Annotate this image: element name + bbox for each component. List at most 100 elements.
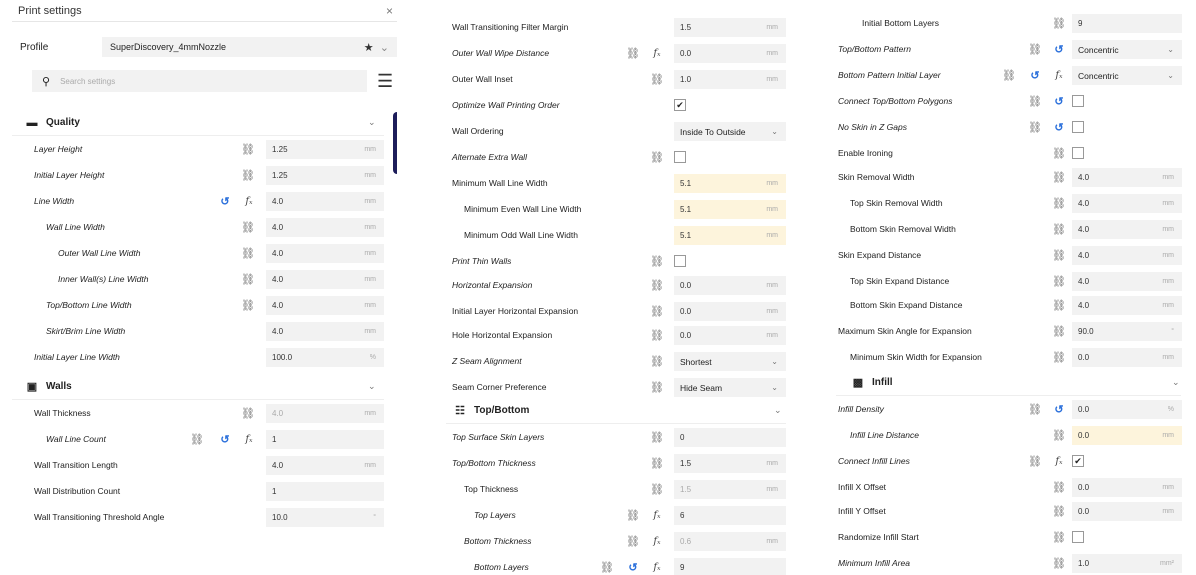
- setting-value-field[interactable]: 1.0 mm: [674, 70, 786, 89]
- function-icon[interactable]: fₓ: [650, 560, 664, 574]
- menu-icon[interactable]: ☰: [377, 72, 393, 90]
- setting-label: Top/Bottom Thickness: [452, 458, 536, 468]
- setting-checkbox[interactable]: [674, 151, 686, 163]
- setting-dropdown[interactable]: Concentric ⌄: [1072, 40, 1182, 59]
- setting-value-field[interactable]: 0.0 mm: [1072, 426, 1182, 445]
- setting-value-field[interactable]: 4.0 mm: [1072, 194, 1182, 213]
- field-value: 6: [680, 511, 685, 520]
- field-value: 0.0: [680, 331, 692, 340]
- setting-value-field[interactable]: 4.0 mm: [266, 404, 384, 423]
- setting-value-field[interactable]: 0.0 mm: [1072, 348, 1182, 367]
- function-icon[interactable]: fₓ: [650, 46, 664, 60]
- function-icon[interactable]: fₓ: [242, 194, 256, 208]
- reset-icon[interactable]: ↺: [218, 194, 232, 208]
- function-icon[interactable]: fₓ: [650, 508, 664, 522]
- setting-value-field[interactable]: 4.0 mm: [266, 244, 384, 263]
- setting-value-field[interactable]: 4.0 mm: [1072, 272, 1182, 291]
- setting-value-field[interactable]: 4.0 mm: [266, 456, 384, 475]
- reset-icon[interactable]: ↺: [1052, 402, 1066, 416]
- setting-value-field[interactable]: 1.5 mm: [674, 18, 786, 37]
- reset-icon[interactable]: ↺: [1052, 120, 1066, 134]
- setting-value-field[interactable]: 1.0 mm²: [1072, 554, 1182, 573]
- star-icon[interactable]: ★: [364, 42, 374, 54]
- category-top-bottom[interactable]: ☷ Top/Bottom ⌄: [446, 398, 786, 424]
- walls-icon: ▣: [26, 381, 38, 393]
- setting-value-field[interactable]: 4.0 mm: [266, 218, 384, 237]
- setting-value-field[interactable]: 0.0 mm: [1072, 502, 1182, 521]
- field-value: 1.0: [680, 75, 692, 84]
- setting-value-field[interactable]: 4.0 mm: [266, 296, 384, 315]
- setting-value-field[interactable]: 4.0 mm: [266, 192, 384, 211]
- reset-icon[interactable]: ↺: [1052, 42, 1066, 56]
- setting-row-connect-infill-lines: Connect Infill Lines ⛓ fₓ ✔: [836, 448, 1182, 474]
- field-unit: mm: [364, 302, 376, 309]
- category-walls[interactable]: ▣ Walls ⌄: [12, 374, 384, 400]
- setting-label: Infill X Offset: [838, 482, 887, 492]
- setting-checkbox[interactable]: ✔: [1072, 455, 1084, 467]
- setting-row-infill-line-distance: Infill Line Distance ⛓ 0.0 mm: [836, 422, 1182, 448]
- setting-value-field[interactable]: 1.5 mm: [674, 480, 786, 499]
- setting-value-field[interactable]: 1.25 mm: [266, 140, 384, 159]
- setting-value-field[interactable]: 4.0 mm: [266, 322, 384, 341]
- function-icon[interactable]: fₓ: [650, 534, 664, 548]
- category-quality[interactable]: ▬ Quality ⌄: [12, 110, 384, 136]
- setting-value-field[interactable]: 4.0 mm: [266, 270, 384, 289]
- setting-row-minimum-skin-width-for-expansion: Minimum Skin Width for Expansion ⛓ 0.0 mm: [836, 344, 1182, 370]
- setting-value-field[interactable]: 0.0 mm: [674, 326, 786, 345]
- setting-label: Horizontal Expansion: [452, 280, 533, 290]
- setting-value-field[interactable]: 1.5 mm: [674, 454, 786, 473]
- setting-value-field[interactable]: 0.0 mm: [1072, 478, 1182, 497]
- setting-row-wall-distribution-count: Wall Distribution Count 1: [12, 478, 384, 504]
- setting-value-field[interactable]: 4.0 mm: [1072, 296, 1182, 315]
- setting-row-outer-wall-wipe-distance: Outer Wall Wipe Distance ⛓ fₓ 0.0 mm: [446, 40, 786, 66]
- profile-select[interactable]: SuperDiscovery_4mmNozzle ★ ⌄: [102, 37, 397, 57]
- dropdown-value: Inside To Outside: [680, 126, 746, 137]
- setting-value-field[interactable]: 0.0 mm: [674, 302, 786, 321]
- setting-checkbox[interactable]: [1072, 121, 1084, 133]
- setting-value-field[interactable]: 100.0%: [266, 348, 384, 367]
- reset-icon[interactable]: ↺: [1028, 68, 1042, 82]
- category-infill[interactable]: ▩ Infill ⌄: [836, 370, 1181, 396]
- reset-icon[interactable]: ↺: [218, 432, 232, 446]
- setting-checkbox[interactable]: [674, 255, 686, 267]
- setting-value-field[interactable]: 9: [674, 558, 786, 575]
- setting-value-field[interactable]: 1: [266, 430, 384, 449]
- scrollbar[interactable]: [393, 112, 397, 174]
- close-icon[interactable]: ×: [386, 4, 393, 18]
- setting-dropdown[interactable]: Hide Seam ⌄: [674, 378, 786, 397]
- setting-value-field[interactable]: 0.6 mm: [674, 532, 786, 551]
- setting-value-field[interactable]: 4.0 mm: [1072, 220, 1182, 239]
- setting-value-field[interactable]: 1: [266, 482, 384, 501]
- setting-dropdown[interactable]: Inside To Outside ⌄: [674, 122, 786, 141]
- setting-checkbox[interactable]: ✔: [674, 99, 686, 111]
- search-input[interactable]: ⚲ Search settings: [32, 70, 367, 92]
- setting-value-field[interactable]: 5.1 mm: [674, 174, 786, 193]
- setting-label: Hole Horizontal Expansion: [452, 330, 553, 340]
- setting-value-field[interactable]: 4.0 mm: [1072, 168, 1182, 187]
- setting-value-field[interactable]: 0.0 mm: [674, 44, 786, 63]
- setting-value-field[interactable]: 10.0 °: [266, 508, 384, 527]
- setting-dropdown[interactable]: Shortest ⌄: [674, 352, 786, 371]
- setting-value-field[interactable]: 9: [1072, 14, 1182, 33]
- reset-icon[interactable]: ↺: [626, 560, 640, 574]
- setting-value-field[interactable]: 5.1 mm: [674, 226, 786, 245]
- setting-checkbox[interactable]: [1072, 147, 1084, 159]
- setting-value-field[interactable]: 0.0 mm: [674, 276, 786, 295]
- setting-value-field[interactable]: 90.0 °: [1072, 322, 1182, 341]
- setting-dropdown[interactable]: Concentric ⌄: [1072, 66, 1182, 85]
- setting-checkbox[interactable]: [1072, 95, 1084, 107]
- setting-checkbox[interactable]: [1072, 531, 1084, 543]
- setting-value-field[interactable]: 5.1 mm: [674, 200, 786, 219]
- function-icon[interactable]: fₓ: [1052, 454, 1066, 468]
- setting-value-field[interactable]: 0.0%: [1072, 400, 1182, 419]
- function-icon[interactable]: fₓ: [242, 432, 256, 446]
- field-value: 9: [1078, 19, 1083, 28]
- setting-value-field[interactable]: 1.25 mm: [266, 166, 384, 185]
- setting-value-field[interactable]: 4.0 mm: [1072, 246, 1182, 265]
- setting-value-field[interactable]: 6: [674, 506, 786, 525]
- function-icon[interactable]: fₓ: [1052, 68, 1066, 82]
- setting-value-field[interactable]: 0: [674, 428, 786, 447]
- reset-icon[interactable]: ↺: [1052, 94, 1066, 108]
- setting-row-initial-layer-line-width: Initial Layer Line Width 100.0%: [12, 344, 384, 370]
- link-icon: ⛓: [241, 143, 255, 156]
